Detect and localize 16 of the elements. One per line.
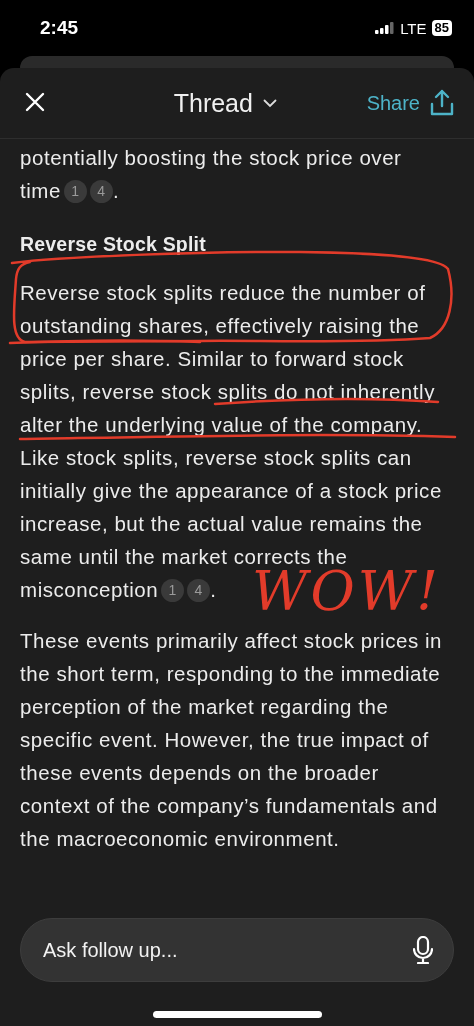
paragraph-text: These events primarily affect stock prices in the short term, responding to the immediate perception of the market regarding the specific event. However, the true impact of these events depends on the broader context of the company’s fundamentals and the macroeconomic environment.	[20, 628, 442, 852]
close-icon	[24, 91, 46, 113]
microphone-icon[interactable]	[413, 936, 433, 964]
thread-title[interactable]: Thread	[173, 88, 253, 118]
share-button[interactable]: Share	[366, 89, 454, 117]
paragraph-text: potentially boosting the stock price over time 1 4 .	[20, 145, 403, 205]
follow-up-field[interactable]: Ask follow up...	[41, 937, 413, 963]
battery-level: 85	[431, 20, 452, 36]
signal-icon	[375, 22, 396, 34]
share-icon	[430, 89, 454, 117]
handwritten-note: WOW!	[252, 565, 441, 619]
section-heading: Reverse Stock Split	[20, 232, 207, 257]
follow-up-bar[interactable]: Ask follow up...	[20, 918, 454, 982]
chevron-down-icon[interactable]	[262, 98, 277, 108]
clock-time: 2:45	[40, 17, 80, 39]
network-label: LTE	[400, 19, 427, 37]
